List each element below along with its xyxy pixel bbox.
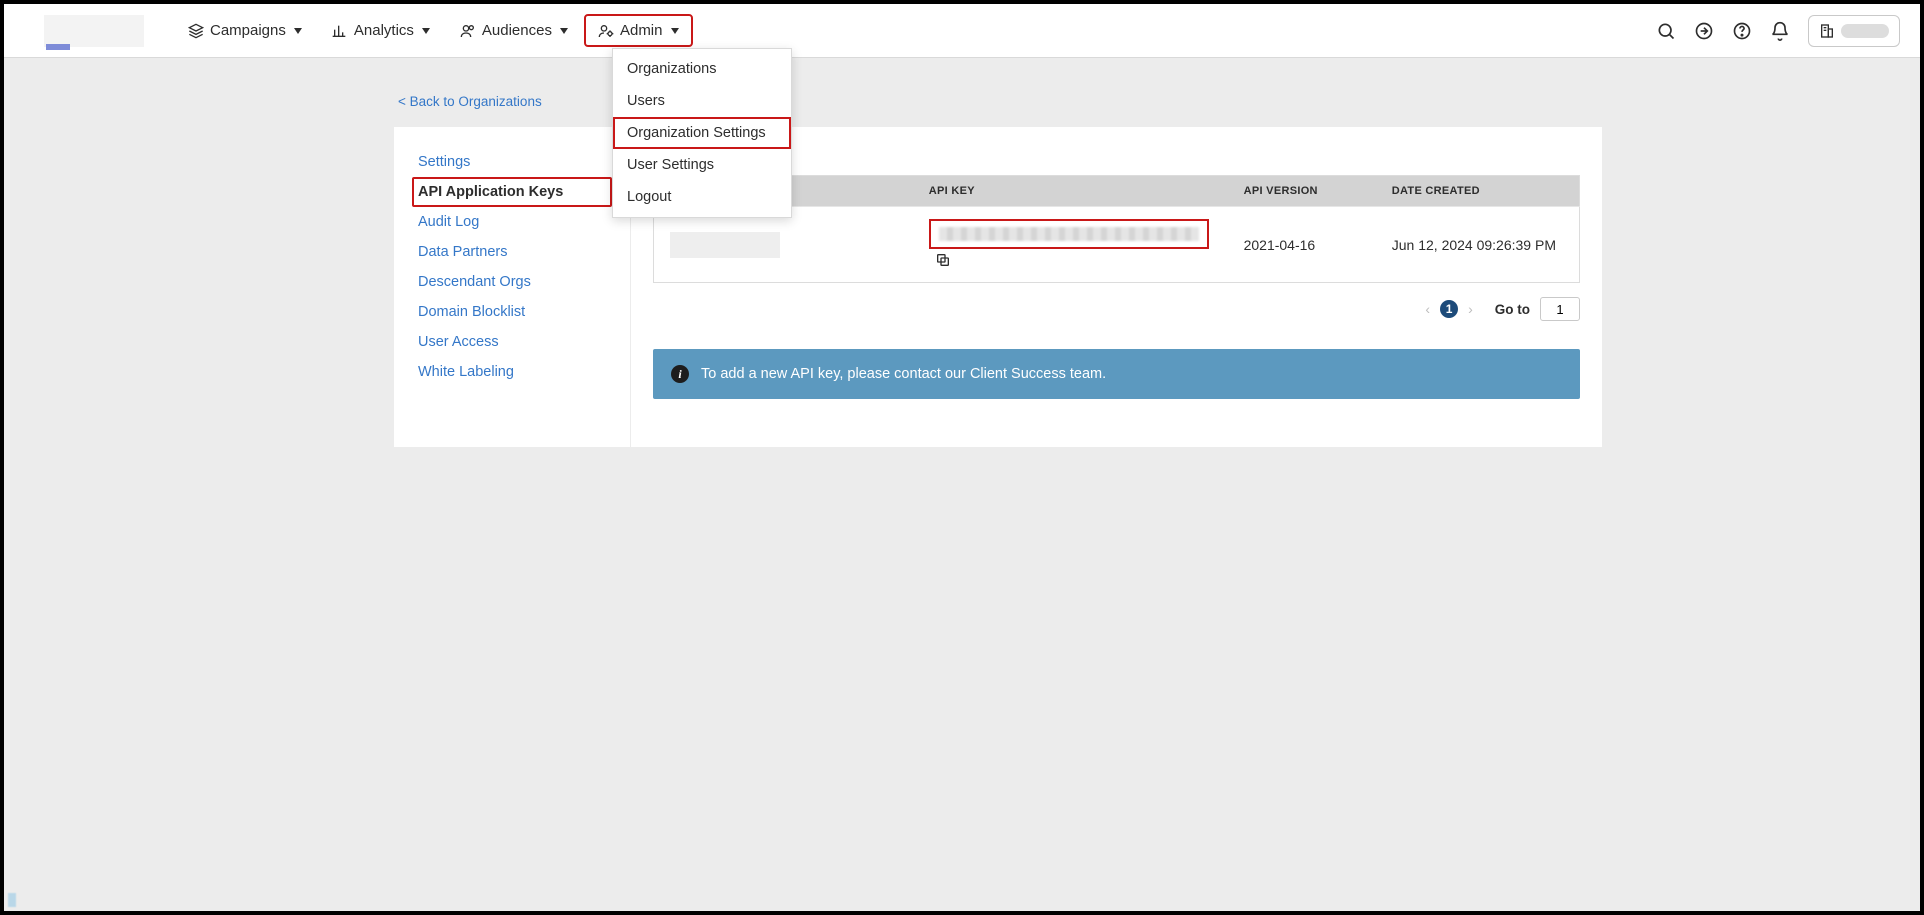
info-icon: i [671,365,689,383]
sidebar-api-application-keys[interactable]: API Application Keys [412,177,612,207]
nav-campaigns[interactable]: Campaigns [174,14,316,47]
sidebar-user-access[interactable]: User Access [412,327,612,357]
chevron-down-icon [671,28,679,34]
nav-admin-label: Admin [620,22,663,39]
col-date-created: DATE CREATED [1376,176,1580,207]
arrow-circle-icon[interactable] [1694,21,1714,41]
cell-api-key [913,207,1228,283]
search-icon[interactable] [1656,21,1676,41]
nav-items: Campaigns Analytics Audiences Admin [174,14,693,47]
api-key-redacted [939,227,1199,241]
nav-audiences-label: Audiences [482,22,552,39]
prev-page[interactable]: ‹ [1425,301,1430,317]
nav-campaigns-label: Campaigns [210,22,286,39]
menu-user-settings[interactable]: User Settings [613,149,791,181]
sidebar-descendant-orgs[interactable]: Descendant Orgs [412,267,612,297]
api-key-value [929,219,1209,249]
admin-dropdown: Organizations Users Organization Setting… [612,48,792,218]
bar-chart-icon [332,23,348,39]
logo[interactable] [44,15,144,47]
api-keys-table: NAME API KEY API VERSION DATE CREATED [653,175,1580,283]
nav-analytics-label: Analytics [354,22,414,39]
org-selector[interactable] [1808,15,1900,47]
users-icon [460,23,476,39]
chevron-down-icon [294,28,302,34]
topbar-right [1656,15,1900,47]
info-banner: i To add a new API key, please contact o… [653,349,1580,399]
nav-admin[interactable]: Admin [584,14,693,47]
col-api-key: API KEY [913,176,1228,207]
bell-icon[interactable] [1770,21,1790,41]
cell-date-created: Jun 12, 2024 09:26:39 PM [1376,207,1580,283]
nav-audiences[interactable]: Audiences [446,14,582,47]
menu-logout[interactable]: Logout [613,181,791,213]
menu-organizations[interactable]: Organizations [613,53,791,85]
next-page[interactable]: › [1468,301,1473,317]
settings-sidebar: Settings API Application Keys Audit Log … [394,127,630,447]
goto-label: Go to [1495,302,1530,317]
status-bar-url [8,893,16,907]
pagination: ‹ 1 › Go to [653,297,1580,321]
sidebar-domain-blocklist[interactable]: Domain Blocklist [412,297,612,327]
sidebar-settings[interactable]: Settings [412,147,612,177]
cell-api-version: 2021-04-16 [1228,207,1376,283]
col-api-version: API VERSION [1228,176,1376,207]
sidebar-white-labeling[interactable]: White Labeling [412,357,612,387]
sidebar-audit-log[interactable]: Audit Log [412,207,612,237]
info-banner-text: To add a new API key, please contact our… [701,366,1106,382]
help-icon[interactable] [1732,21,1752,41]
goto-page-input[interactable] [1540,297,1580,321]
building-icon [1819,23,1835,39]
org-name-redacted [1841,24,1889,38]
menu-users[interactable]: Users [613,85,791,117]
layers-icon [188,23,204,39]
sidebar-data-partners[interactable]: Data Partners [412,237,612,267]
nav-analytics[interactable]: Analytics [318,14,444,47]
chevron-down-icon [560,28,568,34]
page-body: < Back to Organizations Settings API App… [4,58,1920,447]
back-to-organizations-link[interactable]: < Back to Organizations [398,94,542,109]
chevron-down-icon [422,28,430,34]
copy-icon[interactable] [935,252,953,270]
admin-icon [598,23,614,39]
table-row: 2021-04-16 Jun 12, 2024 09:26:39 PM [654,207,1580,283]
top-navigation: Campaigns Analytics Audiences Admin [4,4,1920,58]
menu-organization-settings[interactable]: Organization Settings [613,117,791,149]
name-redacted [670,232,780,258]
current-page[interactable]: 1 [1440,300,1458,318]
